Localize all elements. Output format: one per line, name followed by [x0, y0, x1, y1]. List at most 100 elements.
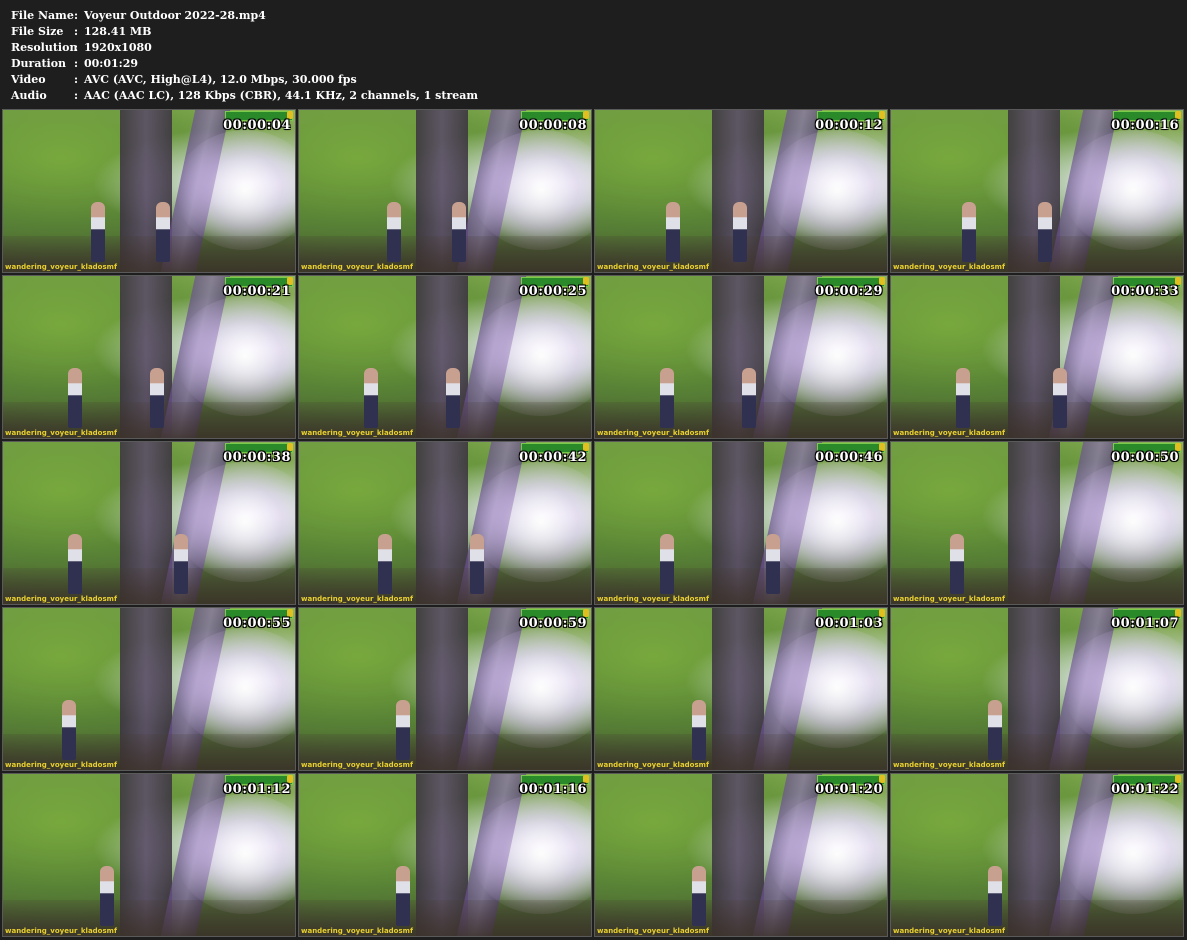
watermark: wandering_voyeur_kladosmf — [5, 263, 117, 271]
info-label: Resolution — [11, 41, 78, 54]
info-value: 128.41 MB — [84, 25, 152, 38]
info-colon: : — [74, 73, 79, 86]
info-label: File Name — [11, 9, 74, 22]
watermark: wandering_voyeur_kladosmf — [5, 761, 117, 769]
video-thumbnail: wandering_voyeur_kladosmf 00:00:42 — [298, 441, 592, 605]
person-figure — [766, 534, 780, 594]
info-value: Voyeur Outdoor 2022-28.mp4 — [84, 9, 266, 22]
person-figure — [68, 534, 82, 594]
info-colon: : — [74, 25, 79, 38]
watermark: wandering_voyeur_kladosmf — [597, 263, 709, 271]
timestamp: 00:00:42 — [519, 450, 587, 465]
timestamp: 00:00:50 — [1111, 450, 1179, 465]
info-row-video: Video : AVC (AVC, High@L4), 12.0 Mbps, 3… — [11, 72, 478, 88]
video-thumbnail: wandering_voyeur_kladosmf 00:00:29 — [594, 275, 888, 439]
person-figure — [378, 534, 392, 594]
timestamp: 00:01:03 — [815, 616, 883, 631]
watermark: wandering_voyeur_kladosmf — [301, 927, 413, 935]
info-row-file-name: File Name : Voyeur Outdoor 2022-28.mp4 — [11, 8, 478, 24]
watermark: wandering_voyeur_kladosmf — [893, 263, 1005, 271]
person-figure — [68, 368, 82, 428]
watermark: wandering_voyeur_kladosmf — [301, 595, 413, 603]
person-figure — [660, 534, 674, 594]
info-row-audio: Audio : AAC (AAC LC), 128 Kbps (CBR), 44… — [11, 88, 478, 104]
video-thumbnail: wandering_voyeur_kladosmf 00:00:59 — [298, 607, 592, 771]
timestamp: 00:00:38 — [223, 450, 291, 465]
person-figure — [666, 202, 680, 262]
watermark: wandering_voyeur_kladosmf — [597, 595, 709, 603]
info-colon: : — [74, 57, 79, 70]
watermark: wandering_voyeur_kladosmf — [5, 595, 117, 603]
person-figure — [396, 866, 410, 926]
video-thumbnail: wandering_voyeur_kladosmf 00:00:33 — [890, 275, 1184, 439]
person-figure — [364, 368, 378, 428]
person-figure — [950, 534, 964, 594]
watermark: wandering_voyeur_kladosmf — [893, 595, 1005, 603]
timestamp: 00:00:04 — [223, 118, 291, 133]
thumbnail-grid: wandering_voyeur_kladosmf 00:00:04 wanderi… — [2, 109, 1186, 939]
video-thumbnail: wandering_voyeur_kladosmf 00:01:03 — [594, 607, 888, 771]
timestamp: 00:00:46 — [815, 450, 883, 465]
person-figure — [387, 202, 401, 262]
person-figure — [988, 700, 1002, 760]
person-figure — [156, 202, 170, 262]
timestamp: 00:00:25 — [519, 284, 587, 299]
video-thumbnail: wandering_voyeur_kladosmf 00:00:38 — [2, 441, 296, 605]
video-thumbnail: wandering_voyeur_kladosmf 00:01:16 — [298, 773, 592, 937]
video-thumbnail: wandering_voyeur_kladosmf 00:01:12 — [2, 773, 296, 937]
person-figure — [956, 368, 970, 428]
video-thumbnail: wandering_voyeur_kladosmf 00:01:22 — [890, 773, 1184, 937]
timestamp: 00:00:12 — [815, 118, 883, 133]
video-thumbnail: wandering_voyeur_kladosmf 00:01:20 — [594, 773, 888, 937]
timestamp: 00:00:33 — [1111, 284, 1179, 299]
person-figure — [733, 202, 747, 262]
person-figure — [174, 534, 188, 594]
info-label: File Size — [11, 25, 64, 38]
person-figure — [1038, 202, 1052, 262]
video-thumbnail: wandering_voyeur_kladosmf 00:00:46 — [594, 441, 888, 605]
person-figure — [692, 866, 706, 926]
watermark: wandering_voyeur_kladosmf — [597, 761, 709, 769]
watermark: wandering_voyeur_kladosmf — [301, 429, 413, 437]
video-thumbnail: wandering_voyeur_kladosmf 00:00:21 — [2, 275, 296, 439]
person-figure — [988, 866, 1002, 926]
person-figure — [62, 700, 76, 760]
person-figure — [962, 202, 976, 262]
timestamp: 00:00:59 — [519, 616, 587, 631]
timestamp: 00:01:22 — [1111, 782, 1179, 797]
info-value: AVC (AVC, High@L4), 12.0 Mbps, 30.000 fp… — [84, 73, 357, 86]
info-row-file-size: File Size : 128.41 MB — [11, 24, 478, 40]
video-thumbnail: wandering_voyeur_kladosmf 00:00:12 — [594, 109, 888, 273]
timestamp: 00:00:55 — [223, 616, 291, 631]
video-thumbnail: wandering_voyeur_kladosmf 00:00:55 — [2, 607, 296, 771]
file-info-header: File Name : Voyeur Outdoor 2022-28.mp4 F… — [11, 8, 478, 104]
info-colon: : — [74, 9, 79, 22]
watermark: wandering_voyeur_kladosmf — [5, 429, 117, 437]
video-thumbnail: wandering_voyeur_kladosmf 00:01:07 — [890, 607, 1184, 771]
watermark: wandering_voyeur_kladosmf — [597, 927, 709, 935]
info-colon: : — [74, 89, 79, 102]
person-figure — [692, 700, 706, 760]
person-figure — [396, 700, 410, 760]
watermark: wandering_voyeur_kladosmf — [597, 429, 709, 437]
video-thumbnail: wandering_voyeur_kladosmf 00:00:08 — [298, 109, 592, 273]
info-colon: : — [74, 41, 79, 54]
video-thumbnail: wandering_voyeur_kladosmf 00:00:25 — [298, 275, 592, 439]
watermark: wandering_voyeur_kladosmf — [893, 429, 1005, 437]
info-label: Video — [11, 73, 46, 86]
timestamp: 00:00:29 — [815, 284, 883, 299]
timestamp: 00:01:07 — [1111, 616, 1179, 631]
info-row-duration: Duration : 00:01:29 — [11, 56, 478, 72]
timestamp: 00:01:20 — [815, 782, 883, 797]
timestamp: 00:01:16 — [519, 782, 587, 797]
timestamp: 00:00:08 — [519, 118, 587, 133]
video-thumbnail: wandering_voyeur_kladosmf 00:00:50 — [890, 441, 1184, 605]
person-figure — [452, 202, 466, 262]
timestamp: 00:00:21 — [223, 284, 291, 299]
timestamp: 00:01:12 — [223, 782, 291, 797]
info-value: AAC (AAC LC), 128 Kbps (CBR), 44.1 KHz, … — [84, 89, 479, 102]
person-figure — [660, 368, 674, 428]
info-row-resolution: Resolution : 1920x1080 — [11, 40, 478, 56]
person-figure — [150, 368, 164, 428]
timestamp: 00:00:16 — [1111, 118, 1179, 133]
